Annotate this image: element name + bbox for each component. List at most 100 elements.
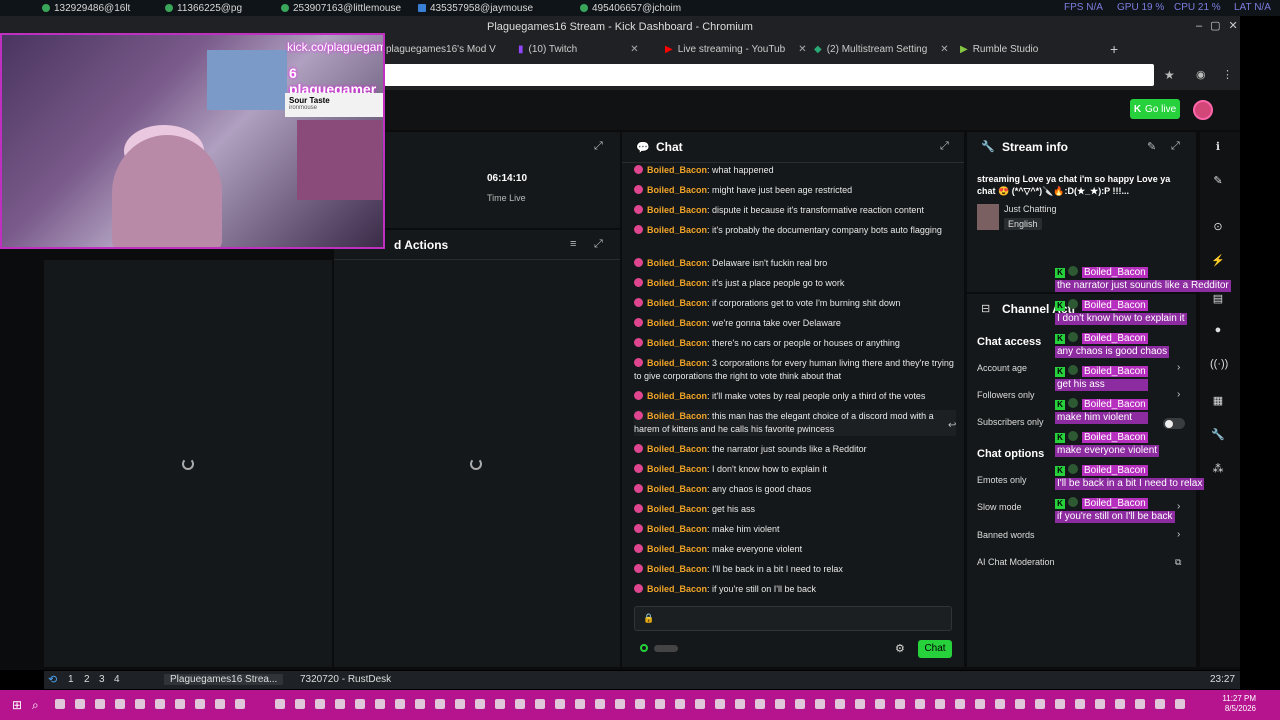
app-icon[interactable] xyxy=(1035,699,1045,709)
close-tab-icon[interactable]: ✕ xyxy=(940,44,948,55)
chat-message[interactable]: Boiled_Bacon: make everyone violent xyxy=(634,543,956,556)
new-tab-button[interactable]: + xyxy=(1110,40,1118,58)
app-icon[interactable] xyxy=(735,699,745,709)
send-chat-button[interactable]: Chat xyxy=(918,640,952,658)
app-icon[interactable] xyxy=(75,699,85,709)
chat-message-hovered[interactable]: Boiled_Bacon: this man has the elegant c… xyxy=(634,410,956,436)
app-icon[interactable] xyxy=(475,699,485,709)
expand-icon[interactable]: ⤢ xyxy=(1171,140,1180,153)
app-icon[interactable] xyxy=(235,699,245,709)
edit-icon[interactable]: ✎ xyxy=(1147,140,1156,153)
app-icon[interactable] xyxy=(1075,699,1085,709)
chat-message[interactable]: Boiled_Bacon: any chaos is good chaos xyxy=(634,483,956,496)
broadcast-icon[interactable]: ((·)) xyxy=(1210,358,1228,374)
browser-tab[interactable]: ▶ Rumble Studio xyxy=(960,40,1038,58)
chat-message[interactable]: Boiled_Bacon: get his ass xyxy=(634,503,956,516)
chevron-right-icon[interactable]: › xyxy=(1177,389,1180,400)
close-tab-icon[interactable]: ✕ xyxy=(798,44,806,55)
chevron-right-icon[interactable]: › xyxy=(1177,362,1180,373)
chat-message[interactable]: Boiled_Bacon: Delaware isn't fuckin real… xyxy=(634,257,956,270)
app-icon[interactable] xyxy=(875,699,885,709)
followers-only-row[interactable]: Followers only xyxy=(977,390,1035,400)
chevron-right-icon[interactable]: › xyxy=(1177,501,1180,512)
app-icon[interactable] xyxy=(415,699,425,709)
app-icon[interactable] xyxy=(755,699,765,709)
chat-input[interactable]: 🔒 xyxy=(634,606,952,631)
bookmark-star-icon[interactable]: ★ xyxy=(1164,68,1175,82)
app-icon[interactable] xyxy=(835,699,845,709)
app-icon[interactable] xyxy=(555,699,565,709)
app-icon[interactable] xyxy=(675,699,685,709)
rustdesk-tab[interactable]: 253907163@littlemouse xyxy=(281,1,401,15)
app-icon[interactable] xyxy=(615,699,625,709)
app-icon[interactable] xyxy=(775,699,785,709)
app-icon[interactable] xyxy=(355,699,365,709)
browser-tab[interactable]: plaguegames16's Mod V xyxy=(386,40,496,58)
app-icon[interactable] xyxy=(95,699,105,709)
chat-icon[interactable]: ● xyxy=(1210,324,1226,340)
app-icon[interactable] xyxy=(175,699,185,709)
app-icon[interactable] xyxy=(55,699,65,709)
tools-icon[interactable]: 🔧 xyxy=(1210,428,1226,444)
app-icon[interactable] xyxy=(975,699,985,709)
browser-tab[interactable]: ▮ (10) Twitch ✕ xyxy=(518,40,639,58)
search-icon[interactable]: ⌕ xyxy=(32,698,39,713)
category-label[interactable]: Just Chatting xyxy=(1004,204,1057,214)
host-clock[interactable]: 11:27 PM 8/5/2026 xyxy=(1212,694,1256,714)
filter-icon[interactable]: ≡ xyxy=(570,238,576,250)
document-icon[interactable]: ▦ xyxy=(1210,394,1226,410)
app-icon[interactable] xyxy=(915,699,925,709)
info-icon[interactable]: ℹ xyxy=(1210,140,1226,156)
pencil-icon[interactable]: ✎ xyxy=(1210,174,1226,190)
tray-icon[interactable] xyxy=(1115,699,1125,709)
windows-start-icon[interactable]: ⊞ xyxy=(12,698,22,712)
banned-words-row[interactable]: Banned words xyxy=(977,530,1035,540)
chevron-right-icon[interactable]: › xyxy=(1177,529,1180,540)
chat-message[interactable]: Boiled_Bacon: we're gonna take over Dela… xyxy=(634,317,956,330)
taskbar-item-browser[interactable]: Plaguegames16 Strea... xyxy=(164,674,284,685)
chat-message[interactable]: Boiled_Bacon: it'll make votes by real p… xyxy=(634,390,956,403)
app-icon[interactable] xyxy=(435,699,445,709)
app-icon[interactable] xyxy=(115,699,125,709)
rustdesk-tab[interactable]: 11366225@pg xyxy=(165,1,242,15)
app-icon[interactable] xyxy=(495,699,505,709)
chat-message[interactable]: Boiled_Bacon: if you're still on I'll be… xyxy=(634,583,956,596)
chat-message[interactable]: Boiled_Bacon: might have just been age r… xyxy=(634,184,956,197)
desktop-2[interactable]: 2 xyxy=(84,674,90,685)
app-icon[interactable] xyxy=(215,699,225,709)
rustdesk-tab[interactable]: 132929486@16lt xyxy=(42,1,130,15)
app-icon[interactable] xyxy=(795,699,805,709)
reply-icon[interactable]: ↩ xyxy=(948,420,956,431)
expand-icon[interactable]: ⤢ xyxy=(940,140,949,153)
expand-icon[interactable]: ⤢ xyxy=(594,238,603,251)
app-icon[interactable] xyxy=(375,699,385,709)
app-icon[interactable] xyxy=(695,699,705,709)
menu-icon[interactable]: ⋮ xyxy=(1222,68,1233,81)
app-icon[interactable] xyxy=(295,699,305,709)
chat-message[interactable]: Boiled_Bacon: what happened xyxy=(634,164,956,177)
app-icon[interactable] xyxy=(895,699,905,709)
chat-message[interactable]: Boiled_Bacon: there's no cars or people … xyxy=(634,337,956,350)
chat-message[interactable]: Boiled_Bacon: it's probably the document… xyxy=(634,224,956,237)
chat-message[interactable]: Boiled_Bacon: if corporations get to vot… xyxy=(634,297,956,310)
app-icon[interactable] xyxy=(935,699,945,709)
desktop-3[interactable]: 3 xyxy=(99,674,105,685)
app-icon[interactable] xyxy=(995,699,1005,709)
chat-message[interactable]: Boiled_Bacon: I don't know how to explai… xyxy=(634,463,956,476)
rustdesk-tab[interactable]: 495406657@jchoim xyxy=(580,1,681,15)
chat-message[interactable]: Boiled_Bacon: it's just a place people g… xyxy=(634,277,956,290)
window-controls[interactable]: –▢✕ xyxy=(1196,19,1246,32)
desktop-1[interactable]: 1 xyxy=(68,674,74,685)
app-icon[interactable] xyxy=(275,699,285,709)
app-icon[interactable] xyxy=(595,699,605,709)
desktop-4[interactable]: 4 xyxy=(114,674,120,685)
app-icon[interactable] xyxy=(135,699,145,709)
app-icon[interactable] xyxy=(155,699,165,709)
external-link-icon[interactable]: ⧉ xyxy=(1175,557,1181,568)
record-icon[interactable]: ⊙ xyxy=(1210,220,1226,236)
chat-message[interactable]: Boiled_Bacon: the narrator just sounds l… xyxy=(634,443,956,456)
app-icon[interactable] xyxy=(715,699,725,709)
account-age-row[interactable]: Account age xyxy=(977,363,1027,373)
app-icon[interactable] xyxy=(315,699,325,709)
address-field[interactable] xyxy=(384,64,1154,86)
